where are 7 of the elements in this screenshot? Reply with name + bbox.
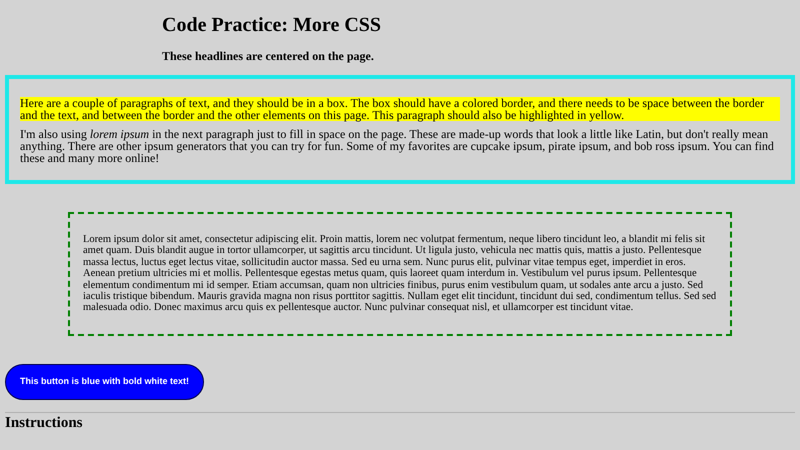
page-subtitle: These headlines are centered on the page. [162, 49, 374, 63]
pill-button[interactable]: This button is blue with bold white text! [5, 364, 204, 400]
paragraph: I'm also using lorem ipsum in the next paragraph just to fill in space on the page. These are made-up words that look a little like Latin, but don't really mean anything. There are other ipsum generators that you can try for fun. Some of my favorites are cupcake ipsum, pirate ipsum, and bob ross ipsum. You can find these and many more online! [20, 128, 775, 164]
page-title: Code Practice: More CSS [162, 13, 382, 37]
highlighted-paragraph: Here are a couple of paragraphs of text, and they should be in a box. The box should have a colored border, and there needs to be space between the border and the text, and between the border and the other elements on this page. This paragraph should also be highlighted in yellow. [20, 97, 780, 121]
lorem-paragraph: Lorem ipsum dolor sit amet, consectetur adipiscing elit. Proin mattis, lorem nec volutpat fermentum, neque libero tincidunt leo, a blandit mi felis sit amet quam. Duis blandit augue in tortor ullamcorper, ut sagittis arcu tincidunt. Ut ligula justo, vehicula nec mattis quis, mattis a justo. Pellentesque massa lectus, luctus eget lectus vitae, sollicitudin auctor massa. Sed eu urna sem. Nunc purus elit, pulvinar vitae tempus eget, imperdiet in eros. Aenean pretium ultricies mi et mollis. Pellentesque egestas metus quam, quis laoreet quam interdum in. Vestibulum vel purus ipsum. Pellentesque elementum condimentum mi id semper. Etiam accumsan, quam non ultricies finibus, purus enim vestibulum quam, ut sodales ante arcu a justo. Sed iaculis tristique bibendum. Mauris gravida magna non risus porttitor sagittis. Nullam eget elit tincidunt, tincidunt dui sed, condimentum tellus. Sed sed malesuada odio. Donec maximus arcu quis ex pellentesque auctor. Nunc pulvinar consequat nisl, et ullamcorper est tincidunt vitae. [83, 234, 717, 314]
section-heading: Instructions [5, 414, 83, 432]
